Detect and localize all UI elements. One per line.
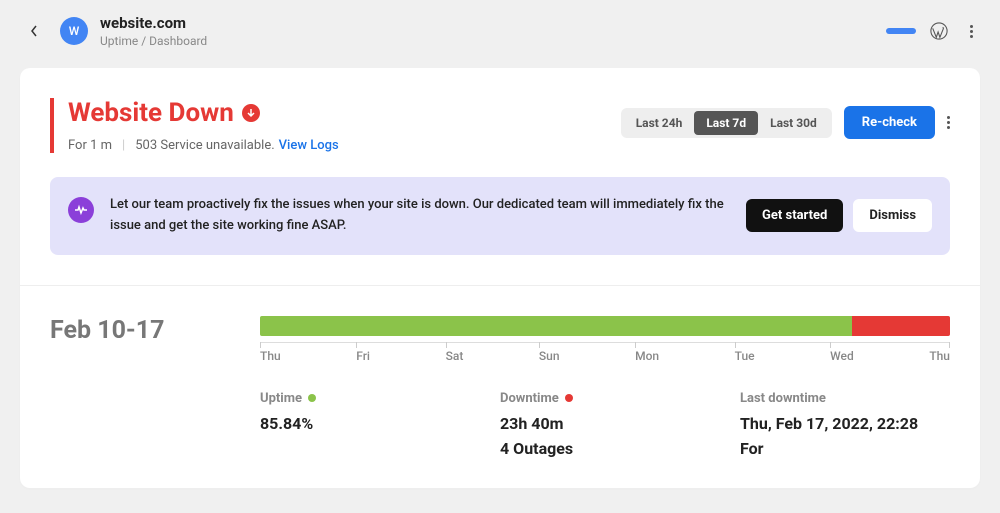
downtime-duration: For 1 m [68,138,112,153]
error-code: 503 Service unavailable. [135,138,274,153]
dismiss-button[interactable]: Dismiss [853,199,932,232]
axis-day: Mon [635,343,659,363]
recheck-button[interactable]: Re-check [844,106,935,139]
uptime-value: 85.84% [260,414,470,433]
uptime-bar [260,316,950,336]
overflow-menu-button[interactable] [962,22,980,40]
dashboard-card: Website Down For 1 m | 503 Service unava… [20,68,980,488]
back-button[interactable] [20,17,48,45]
axis-day: Thu [260,343,281,363]
proactive-banner: Let our team proactively fix the issues … [50,177,950,255]
green-dot-icon [308,394,316,402]
wordpress-icon[interactable] [930,22,948,40]
last-downtime-duration: For [740,439,950,458]
site-info: website.com Uptime / Dashboard [100,14,874,48]
breadcrumb: Uptime / Dashboard [100,34,874,48]
range-30d[interactable]: Last 30d [758,111,829,135]
status-title: Website Down [68,98,234,128]
time-range-group: Last 24h Last 7d Last 30d [621,108,832,138]
heartbeat-icon [68,197,94,223]
uptime-segment-red [852,316,950,336]
axis-day: Thu [929,343,950,363]
site-name: website.com [100,14,874,32]
downtime-stat: Downtime 23h 40m 4 Outages [500,391,710,458]
downtime-label: Downtime [500,391,559,406]
timeline-axis: Thu Fri Sat Sun Mon Tue Wed Thu [260,342,950,363]
red-dot-icon [565,394,573,402]
date-range-label: Feb 10-17 [50,316,230,458]
axis-day: Sat [446,343,464,363]
last-downtime-stat: Last downtime Thu, Feb 17, 2022, 22:28 F… [740,391,950,458]
chevron-left-icon [30,25,38,37]
uptime-stat: Uptime 85.84% [260,391,470,458]
site-avatar: W [60,17,88,45]
card-overflow-button[interactable] [947,116,950,129]
get-started-button[interactable]: Get started [746,199,843,232]
status-panel: Website Down For 1 m | 503 Service unava… [50,98,339,153]
down-arrow-icon [242,104,260,122]
axis-day: Sun [539,343,560,363]
view-logs-link[interactable]: View Logs [279,138,339,153]
uptime-segment-green [260,316,852,336]
downtime-value: 23h 40m [500,414,710,433]
banner-text: Let our team proactively fix the issues … [110,195,730,237]
last-downtime-label: Last downtime [740,391,826,406]
uptime-label: Uptime [260,391,302,406]
last-downtime-value: Thu, Feb 17, 2022, 22:28 [740,414,950,433]
outage-count: 4 Outages [500,439,710,458]
range-7d[interactable]: Last 7d [694,111,758,135]
axis-day: Wed [830,343,854,363]
separator: | [122,138,125,153]
divider [20,285,980,286]
range-24h[interactable]: Last 24h [624,111,695,135]
accent-indicator [886,28,916,34]
header-bar: W website.com Uptime / Dashboard [0,0,1000,68]
dots-vertical-icon [970,25,973,38]
axis-day: Tue [735,343,755,363]
dots-vertical-icon [947,116,950,129]
axis-day: Fri [356,343,370,363]
